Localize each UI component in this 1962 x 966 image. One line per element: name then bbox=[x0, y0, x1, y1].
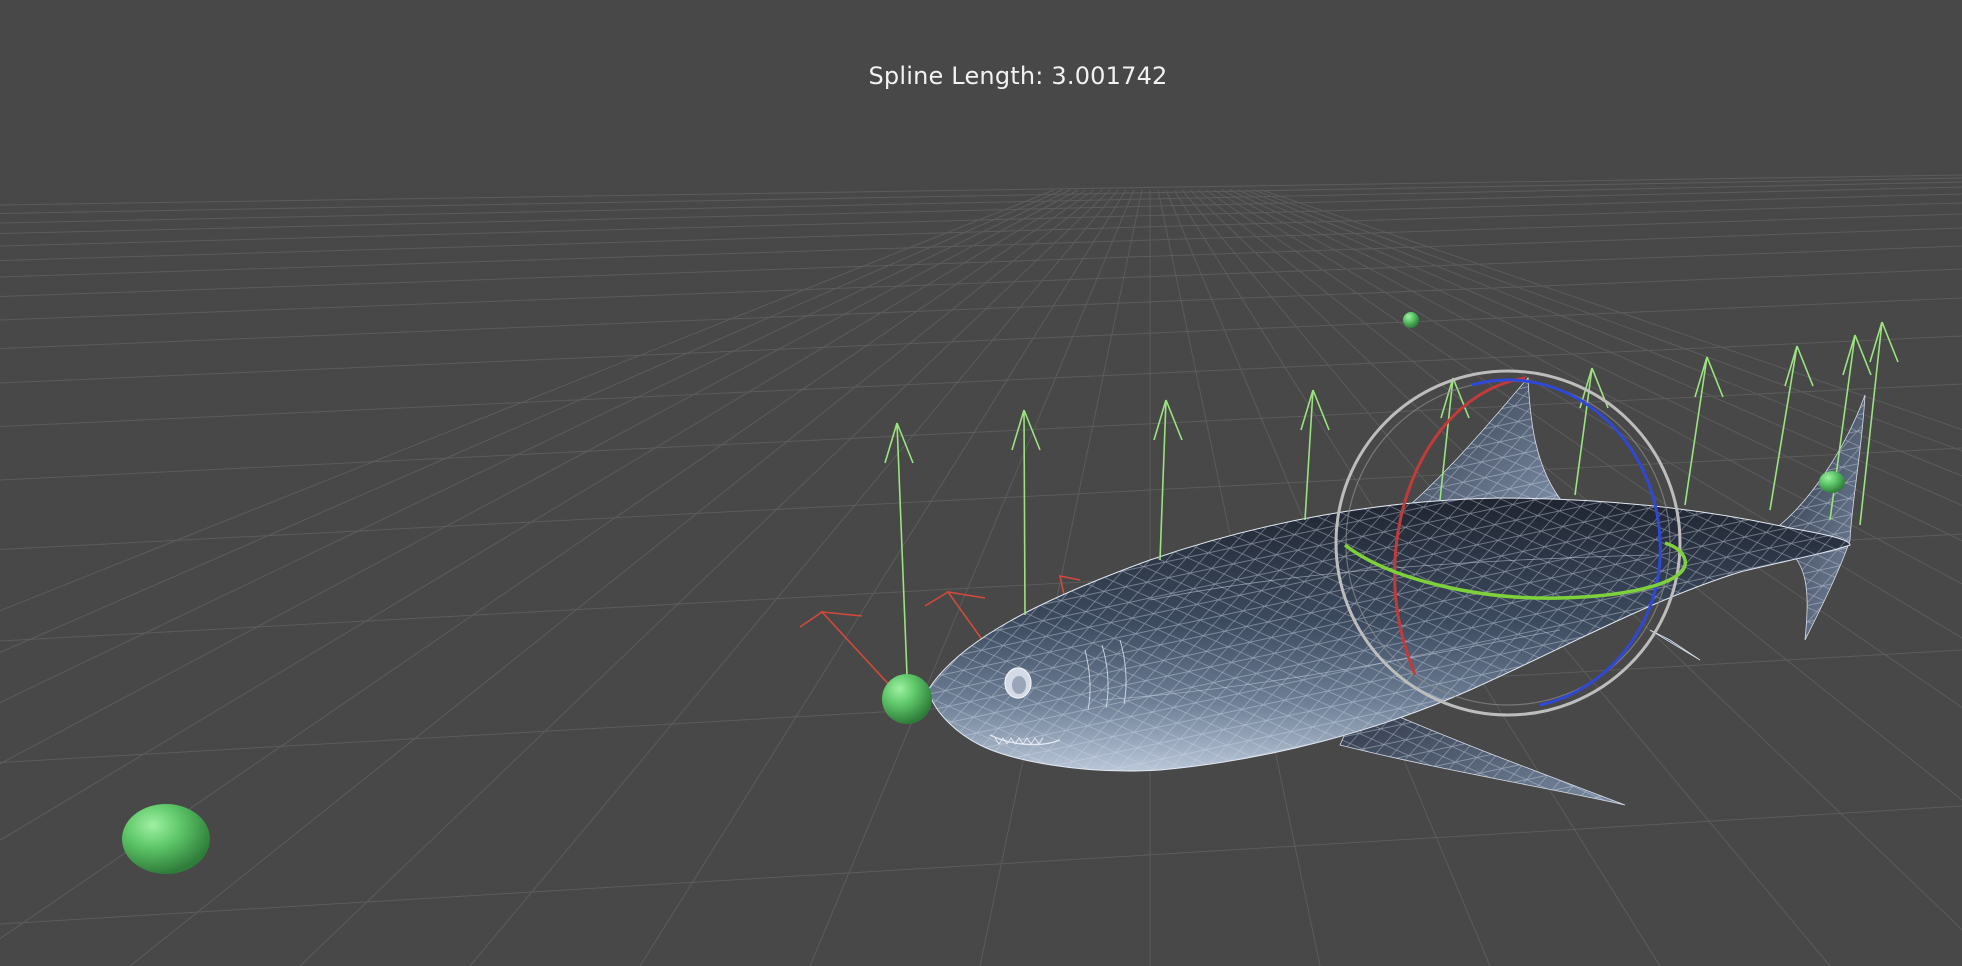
grid-line bbox=[0, 383, 1962, 481]
grid-line bbox=[0, 174, 1962, 206]
up-vector bbox=[1684, 356, 1724, 506]
up-vector bbox=[1300, 389, 1330, 521]
scene-canvas[interactable] bbox=[0, 0, 1962, 966]
up-vector bbox=[1153, 399, 1183, 561]
spline-point[interactable] bbox=[1403, 312, 1419, 328]
up-vector bbox=[884, 422, 914, 676]
grid-line bbox=[0, 202, 1962, 261]
spline-point[interactable] bbox=[882, 674, 932, 724]
spline-point[interactable] bbox=[1819, 471, 1845, 493]
grid-line bbox=[129, 189, 1103, 966]
grid-line bbox=[639, 189, 1127, 966]
grid-line bbox=[0, 297, 1962, 384]
scene-viewport[interactable]: Spline Length: 3.001742 bbox=[0, 0, 1962, 966]
grid-line bbox=[299, 189, 1111, 966]
grid-line bbox=[0, 177, 1962, 214]
grid-line bbox=[0, 186, 1962, 234]
grid-line bbox=[0, 805, 1962, 925]
grid-line bbox=[0, 181, 1962, 224]
shark-anal-fin bbox=[1649, 629, 1701, 661]
spline-point[interactable] bbox=[122, 804, 210, 874]
grid-line bbox=[0, 335, 1962, 427]
